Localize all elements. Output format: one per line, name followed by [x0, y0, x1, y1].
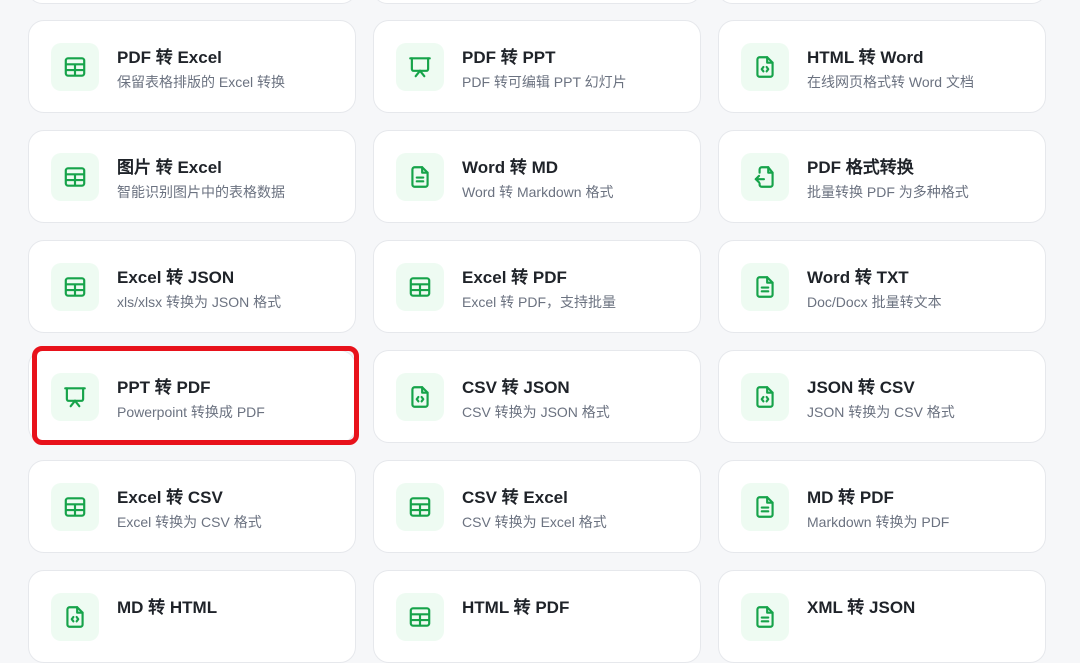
table-icon — [396, 263, 444, 311]
tool-description: Powerpoint 转换成 PDF — [117, 404, 265, 420]
tool-description: 在线网页格式转 Word 文档 — [807, 74, 974, 90]
table-icon — [396, 483, 444, 531]
tool-title: CSV 转 Excel — [462, 488, 568, 507]
tool-card[interactable]: Excel 转 CSV Excel 转换为 CSV 格式 — [28, 460, 356, 553]
tool-title: PDF 格式转换 — [807, 158, 914, 177]
tool-card[interactable]: PPT 转 PDF Powerpoint 转换成 PDF — [28, 350, 356, 443]
file-convert-icon — [741, 153, 789, 201]
tool-title: Word 转 TXT — [807, 268, 909, 287]
tool-card[interactable]: Excel 转 PDF Excel 转 PDF，支持批量 — [373, 240, 701, 333]
tool-title: PDF 转 Excel — [117, 48, 222, 67]
tool-card[interactable]: MD 转 PDF Markdown 转换为 PDF — [718, 460, 1046, 553]
tool-title: 图片 转 Excel — [117, 158, 222, 177]
tool-card[interactable]: Word 转 TXT Doc/Docx 批量转文本 — [718, 240, 1046, 333]
partial-card-top[interactable] — [28, 0, 356, 4]
code-file-icon — [396, 373, 444, 421]
tool-title: HTML 转 Word — [807, 48, 924, 67]
presentation-icon — [51, 373, 99, 421]
document-icon — [741, 593, 789, 641]
tool-card[interactable]: Excel 转 JSON xls/xlsx 转换为 JSON 格式 — [28, 240, 356, 333]
tool-card[interactable]: PDF 转 PPT PDF 转可编辑 PPT 幻灯片 — [373, 20, 701, 113]
tool-title: Word 转 MD — [462, 158, 559, 177]
code-file-icon — [741, 373, 789, 421]
tool-card[interactable]: 图片 转 Excel 智能识别图片中的表格数据 — [28, 130, 356, 223]
tool-title: XML 转 JSON — [807, 598, 916, 617]
tool-card[interactable]: CSV 转 Excel CSV 转换为 Excel 格式 — [373, 460, 701, 553]
tool-description: JSON 转换为 CSV 格式 — [807, 404, 955, 420]
tool-description: Markdown 转换为 PDF — [807, 514, 950, 530]
tool-description: PDF 转可编辑 PPT 幻灯片 — [462, 74, 627, 90]
tool-card[interactable]: JSON 转 CSV JSON 转换为 CSV 格式 — [718, 350, 1046, 443]
table-icon — [51, 263, 99, 311]
tool-card[interactable]: HTML 转 Word 在线网页格式转 Word 文档 — [718, 20, 1046, 113]
tool-title: Excel 转 JSON — [117, 268, 235, 287]
tool-card[interactable]: HTML 转 PDF — [373, 570, 701, 663]
tool-description: xls/xlsx 转换为 JSON 格式 — [117, 294, 282, 310]
document-icon — [396, 153, 444, 201]
code-file-icon — [741, 43, 789, 91]
tool-card[interactable]: Word 转 MD Word 转 Markdown 格式 — [373, 130, 701, 223]
table-icon — [396, 593, 444, 641]
tool-title: Excel 转 PDF — [462, 268, 567, 287]
table-icon — [51, 153, 99, 201]
presentation-icon — [396, 43, 444, 91]
tool-card[interactable]: CSV 转 JSON CSV 转换为 JSON 格式 — [373, 350, 701, 443]
tool-title: HTML 转 PDF — [462, 598, 570, 617]
tool-description: Excel 转 PDF，支持批量 — [462, 294, 617, 310]
tool-description: Word 转 Markdown 格式 — [462, 184, 614, 200]
table-icon — [51, 43, 99, 91]
tool-description: CSV 转换为 Excel 格式 — [462, 514, 607, 530]
partial-card-top[interactable] — [373, 0, 701, 4]
tool-description: Doc/Docx 批量转文本 — [807, 294, 942, 310]
document-icon — [741, 483, 789, 531]
tool-description: Excel 转换为 CSV 格式 — [117, 514, 262, 530]
tool-description: 智能识别图片中的表格数据 — [117, 184, 285, 200]
tool-description: 批量转换 PDF 为多种格式 — [807, 184, 969, 200]
tool-title: Excel 转 CSV — [117, 488, 223, 507]
tool-title: PDF 转 PPT — [462, 48, 556, 67]
code-file-icon — [51, 593, 99, 641]
tool-card[interactable]: MD 转 HTML — [28, 570, 356, 663]
tool-title: PPT 转 PDF — [117, 378, 211, 397]
tool-card[interactable]: PDF 转 Excel 保留表格排版的 Excel 转换 — [28, 20, 356, 113]
tool-title: JSON 转 CSV — [807, 378, 915, 397]
partial-card-top[interactable] — [718, 0, 1046, 4]
tool-card[interactable]: XML 转 JSON — [718, 570, 1046, 663]
table-icon — [51, 483, 99, 531]
tool-title: MD 转 PDF — [807, 488, 894, 507]
document-icon — [741, 263, 789, 311]
tool-description: 保留表格排版的 Excel 转换 — [117, 74, 286, 90]
tool-description: CSV 转换为 JSON 格式 — [462, 404, 610, 420]
tool-title: MD 转 HTML — [117, 598, 218, 617]
tool-card[interactable]: PDF 格式转换批量转换 PDF 为多种格式 — [718, 130, 1046, 223]
tool-title: CSV 转 JSON — [462, 378, 570, 397]
